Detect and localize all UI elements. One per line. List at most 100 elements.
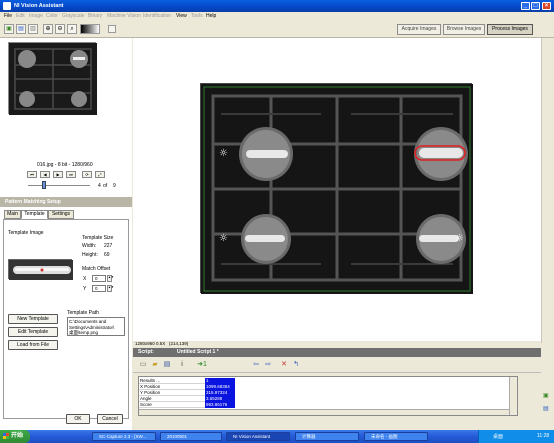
menu-color[interactable]: Color — [46, 13, 58, 19]
image-slider-thumb[interactable] — [42, 181, 46, 189]
results-scrollbar[interactable] — [509, 377, 517, 415]
script-header: Script: Untitled Script 1 * — [133, 348, 541, 357]
delete-step-icon[interactable]: ✕ — [279, 360, 289, 370]
acquire-images-button[interactable]: Acquire Images — [397, 24, 441, 35]
menu-file[interactable]: File — [4, 13, 12, 19]
template-path-line: 桌面\temp.png — [69, 330, 99, 335]
image-size-zoom: 1280x960 0.5X — [135, 341, 166, 346]
side-icon[interactable]: ▤ — [543, 405, 549, 412]
last-image-button[interactable]: ⏭ — [66, 171, 76, 178]
template-image-label: Template Image — [8, 230, 44, 236]
menu-edit[interactable]: Edit — [16, 13, 25, 19]
open-script-icon[interactable]: ▰ — [150, 360, 160, 370]
title-bar[interactable]: NI Vision Assistant _ □ × — [0, 0, 554, 12]
result-label: Score — [139, 402, 205, 408]
image-status-bar: 1280x960 0.5X (214,139) — [133, 341, 541, 348]
main-image[interactable]: ☼ ☼ ☼ — [200, 83, 473, 294]
menu-grayscale[interactable]: Grayscale — [62, 13, 85, 19]
zoom-fit-icon[interactable]: ⌕ — [67, 24, 77, 34]
cancel-button[interactable]: Cancel — [97, 414, 123, 424]
image-slider[interactable] — [28, 185, 90, 186]
start-label: 开始 — [11, 433, 24, 439]
image-position: 4 — [98, 183, 101, 189]
menu-image[interactable]: Image — [29, 13, 43, 19]
result-value: 993.86176 — [205, 402, 235, 408]
load-from-file-button[interactable]: Load from File — [8, 340, 58, 350]
image-of-label: of — [103, 183, 108, 189]
new-template-button[interactable]: New Template — [8, 314, 58, 324]
ok-button[interactable]: OK — [66, 414, 90, 424]
tab-main[interactable]: Main — [4, 210, 21, 219]
start-button[interactable]: 开始 — [0, 430, 30, 443]
system-tray: 桌面 11:28 — [478, 430, 554, 443]
prev-image-button[interactable]: ◀ — [40, 171, 50, 178]
width-label: Width: — [82, 243, 97, 249]
close-button[interactable]: × — [542, 2, 551, 10]
side-icon[interactable]: ▣ — [543, 392, 549, 399]
print-icon[interactable]: ▥ — [28, 24, 38, 34]
menu-identification[interactable]: Identification — [143, 13, 171, 19]
close-image-button[interactable]: ⤢ — [95, 171, 105, 178]
tab-settings[interactable]: Settings — [48, 210, 74, 219]
svg-text:☼: ☼ — [455, 233, 464, 244]
edit-step-icon[interactable]: ↰ — [291, 360, 301, 370]
task-sc-capture[interactable]: SC-Capture 2.3 - [SW... — [92, 432, 156, 441]
move-left-icon[interactable]: ⇦ — [251, 360, 261, 370]
window-title: NI Vision Assistant — [14, 3, 64, 9]
cursor-coordinates: (214,139) — [169, 341, 189, 346]
template-path-field[interactable]: C:\Documents and Settings\Administrator\… — [67, 317, 125, 336]
first-image-button[interactable]: ⏮ — [27, 171, 37, 178]
info-icon[interactable]: i — [177, 360, 187, 370]
script-toolbar: ▭ ▰ ▤ i ➜1 ⇦ ⇨ ✕ ↰ — [133, 357, 541, 373]
new-script-icon[interactable]: ▭ — [138, 360, 148, 370]
windows-logo-icon — [3, 433, 9, 439]
menu-binary[interactable]: Binary — [88, 13, 102, 19]
task-ni-vision[interactable]: NI Vision Assistant — [226, 432, 290, 441]
template-image — [8, 259, 73, 280]
menu-help[interactable]: Help — [206, 13, 216, 19]
offset-x-label: X — [83, 276, 87, 282]
stove-image: ☼ ☼ ☼ — [201, 84, 473, 294]
thumbnail-image — [9, 43, 97, 115]
zoom-in-icon[interactable]: ⊕ — [43, 24, 53, 34]
offset-y-label: Y — [83, 286, 87, 292]
browse-images-button[interactable]: Browse Images — [443, 24, 485, 35]
desktop-label[interactable]: 桌面 — [493, 433, 503, 440]
offset-y-field[interactable]: 0 — [92, 285, 106, 292]
menu-machine-vision[interactable]: Machine Vision — [107, 13, 141, 19]
task-paint[interactable]: 未命名 - 画图 — [364, 432, 428, 441]
task-calculator[interactable]: 计算器 — [295, 432, 359, 441]
pattern-matching-setup-header: Pattern Matching Setup — [0, 197, 132, 207]
next-image-button[interactable]: ▶ — [53, 171, 63, 178]
menu-tools[interactable]: Tools — [191, 13, 203, 19]
svg-text:☼: ☼ — [219, 148, 228, 159]
save-icon[interactable]: ▤ — [16, 24, 26, 34]
vertical-scrollbar[interactable] — [541, 38, 554, 343]
match-offset-label: Match Offset — [82, 266, 111, 272]
sync-button[interactable]: ⟳ — [82, 171, 92, 178]
template-size-label: Template Size — [82, 235, 114, 241]
acquire-icon[interactable]: ▣ — [4, 24, 14, 34]
image-file-info: 016.jpg - 8 bit - 1280/960 — [37, 162, 93, 168]
zoom-out-icon[interactable]: ⊖ — [55, 24, 65, 34]
template-image-graphic — [9, 260, 73, 280]
menu-view[interactable]: View — [176, 13, 187, 19]
results-hscrollbar[interactable] — [139, 409, 509, 415]
task-folder[interactable]: 20100501 — [160, 432, 222, 441]
process-images-button[interactable]: Process Images — [487, 24, 533, 35]
checkbox-icon[interactable] — [108, 25, 116, 33]
move-right-icon[interactable]: ⇨ — [263, 360, 273, 370]
palette-icon[interactable] — [80, 24, 100, 34]
offset-x-field[interactable]: 0 — [92, 275, 106, 282]
maximize-button[interactable]: □ — [531, 2, 540, 10]
width-value: 227 — [104, 243, 113, 249]
thumbnail-preview[interactable] — [8, 42, 97, 115]
minimize-button[interactable]: _ — [521, 2, 530, 10]
run-script-icon[interactable]: ➜1 — [195, 360, 209, 370]
edit-template-button[interactable]: Edit Template — [8, 327, 58, 337]
offset-x-stepper[interactable]: ▲▼ — [107, 275, 114, 282]
save-script-icon[interactable]: ▤ — [162, 360, 172, 370]
tab-template[interactable]: Template — [21, 210, 48, 219]
offset-y-stepper[interactable]: ▲▼ — [107, 285, 114, 292]
image-total: 9 — [113, 183, 116, 189]
